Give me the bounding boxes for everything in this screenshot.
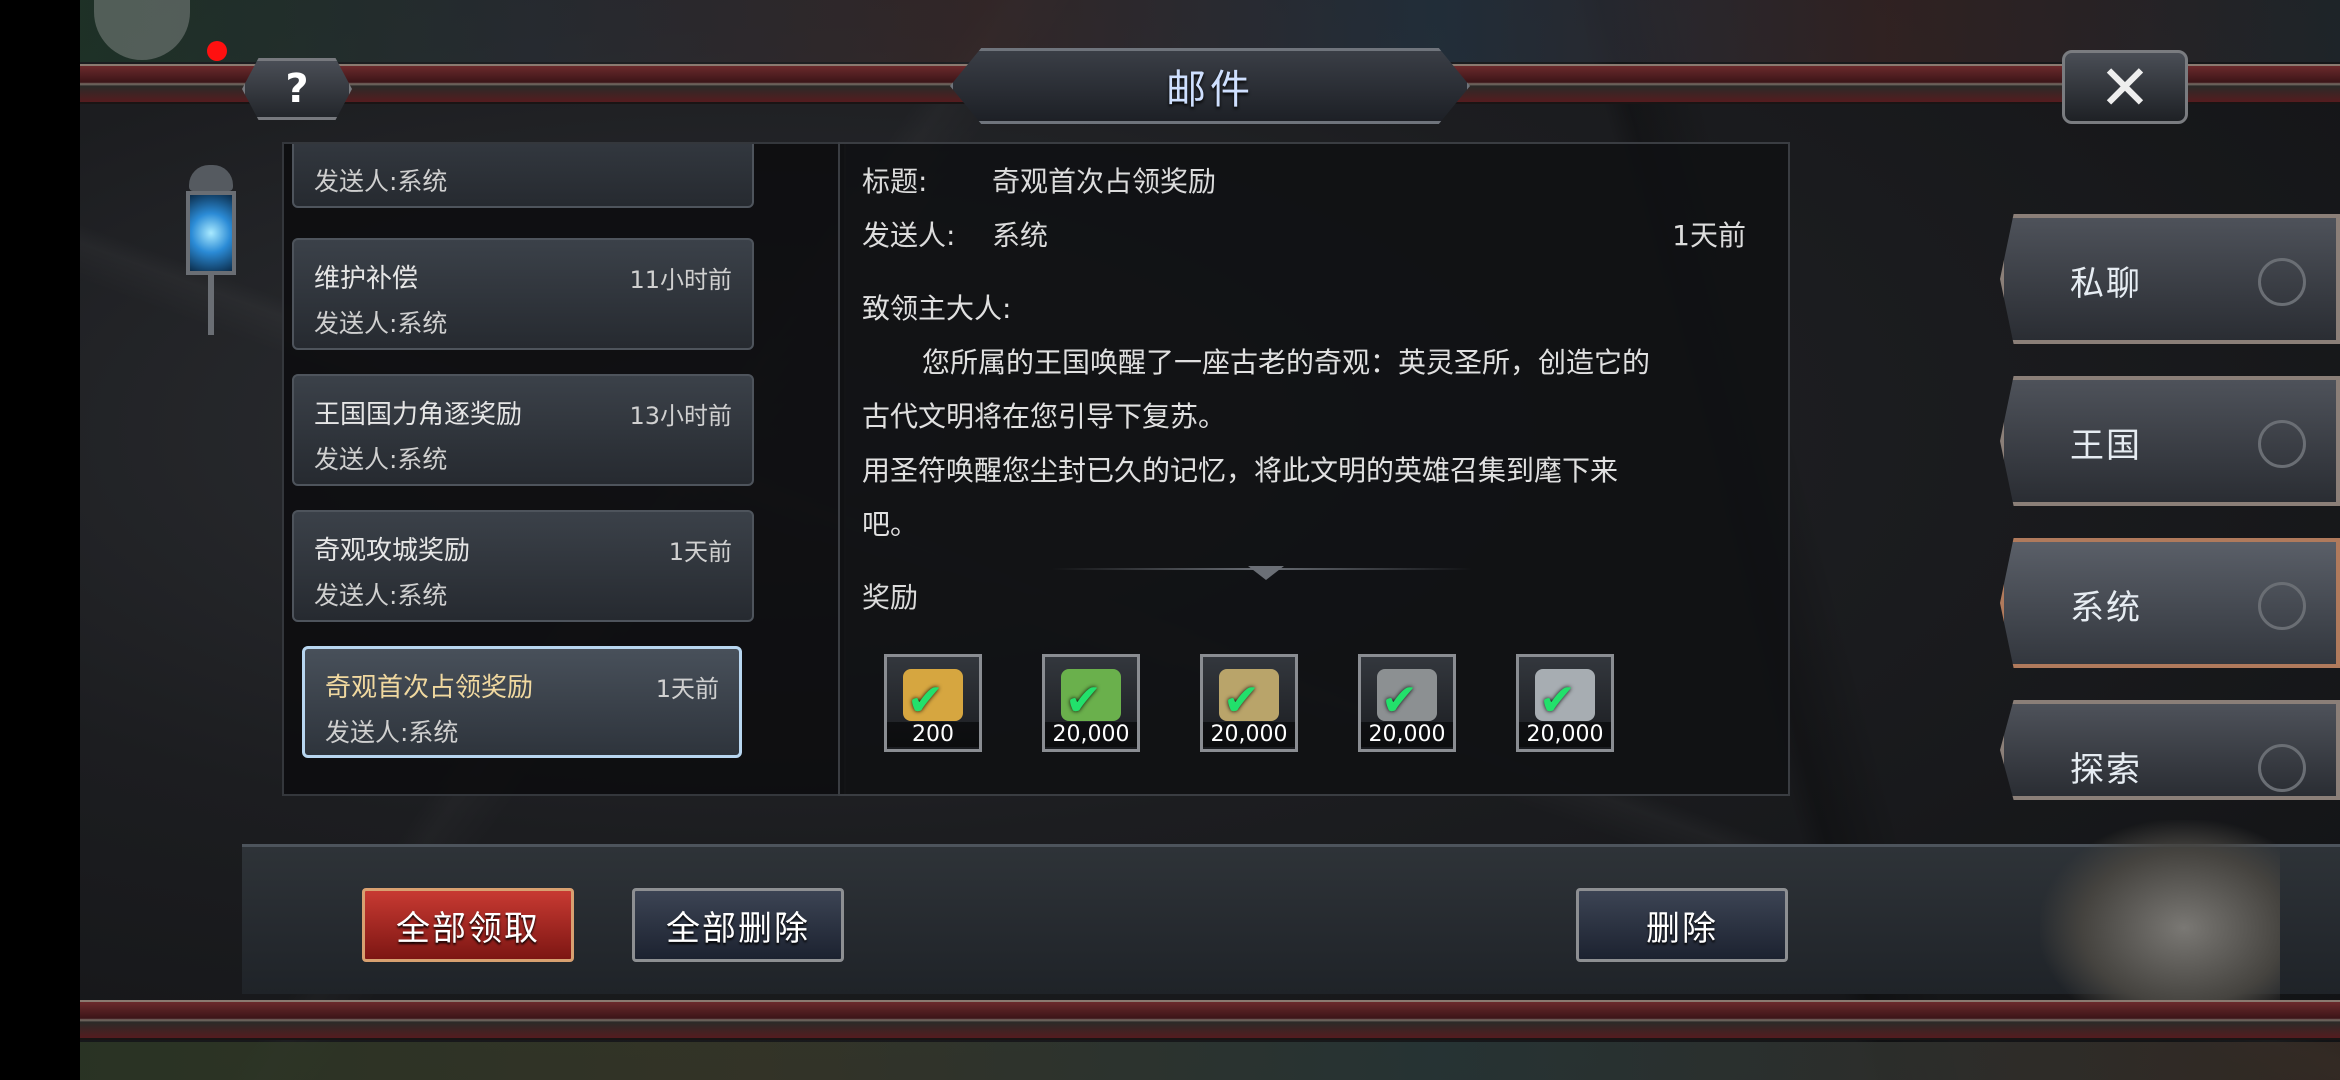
mail-time: 1天前 xyxy=(655,675,719,703)
tab-label: 王国 xyxy=(2070,426,2142,466)
claimed-check-icon: ✔ xyxy=(1381,675,1418,726)
tab-kingdom[interactable]: 王国 xyxy=(2000,376,2340,506)
mail-time: 1天前 xyxy=(1672,219,1746,252)
close-icon: ✕ xyxy=(2099,50,2151,124)
tab-label: 探索 xyxy=(2070,750,2142,790)
mail-sender: 发送人:系统 xyxy=(325,718,459,747)
mail-list-item[interactable]: 奇观首次占领奖励 1天前发送人:系统 xyxy=(302,646,742,758)
mail-sender: 发送人:系统 xyxy=(314,309,448,338)
mail-sender: 发送人:系统 xyxy=(314,581,448,610)
mail-greeting: 致领主大人: xyxy=(862,292,1012,325)
mail-subject: 奇观首次占领奖励 xyxy=(325,673,534,703)
mail-subject: 维护补偿 xyxy=(314,264,419,294)
mail-body-line: 古代文明将在您引导下复苏。 xyxy=(862,400,1227,433)
mail-list[interactable]: 发送人:系统 维护补偿 11小时前 发送人:系统 王国国力角逐奖励 13小时前 发送人:系统… xyxy=(282,142,846,796)
tab-label: 私聊 xyxy=(2070,264,2142,304)
emblem-icon xyxy=(2258,420,2306,468)
reward-quantity: 20,000 xyxy=(1045,722,1137,747)
divider-arrow-icon xyxy=(1248,566,1284,580)
game-screen: 发送人:系统 维护补偿 11小时前 发送人:系统 王国国力角逐奖励 13小时前 发送人:系统… xyxy=(80,0,2340,1080)
tab-label: 系统 xyxy=(2070,588,2142,628)
reward-quantity: 200 xyxy=(887,722,979,747)
mail-list-item[interactable]: 发送人:系统 xyxy=(292,144,754,208)
tab-system[interactable]: 系统 xyxy=(2000,538,2340,668)
mail-list-item[interactable]: 维护补偿 11小时前发送人:系统 xyxy=(292,238,754,350)
emblem-icon xyxy=(2258,258,2306,306)
mail-sender: 发送人:系统 xyxy=(314,167,448,196)
lantern-icon xyxy=(180,165,242,355)
bottom-frame-rail xyxy=(80,1000,2340,1040)
mail-sender: 系统 xyxy=(992,219,1049,252)
tab-private-chat[interactable]: 私聊 xyxy=(2000,214,2340,344)
delete-all-label: 全部删除 xyxy=(666,908,810,949)
window-title-plate: 邮件 xyxy=(950,48,1470,124)
claimed-check-icon: ✔ xyxy=(1539,675,1576,726)
mail-subject: 奇观攻城奖励 xyxy=(314,536,471,566)
mail-detail-panel: 标题: 奇观首次占领奖励 发送人: 系统 1天前 致领主大人: 您所属的王国唤醒… xyxy=(838,142,1790,796)
claimed-check-icon: ✔ xyxy=(1223,675,1260,726)
skull-decoration-icon xyxy=(2040,820,2280,1000)
reward-item[interactable]: ✔ 20,000 xyxy=(1358,654,1456,752)
claim-all-label: 全部领取 xyxy=(396,908,540,949)
mail-time: 1天前 xyxy=(668,538,732,566)
title-label: 标题: xyxy=(862,165,928,198)
reward-item[interactable]: ✔ 20,000 xyxy=(1200,654,1298,752)
delete-all-button[interactable]: 全部删除 xyxy=(632,888,844,962)
window-title: 邮件 xyxy=(1166,67,1254,113)
mail-time: 13小时前 xyxy=(629,402,732,430)
mail-body-line: 您所属的王国唤醒了一座古老的奇观：英灵圣所，创造它的 xyxy=(922,346,1651,379)
mail-title: 奇观首次占领奖励 xyxy=(992,165,1217,198)
bottom-map-strip xyxy=(80,1042,2340,1080)
claimed-check-icon: ✔ xyxy=(907,675,944,726)
emblem-icon xyxy=(2258,744,2306,792)
mail-sender: 发送人:系统 xyxy=(314,445,448,474)
reward-quantity: 20,000 xyxy=(1519,722,1611,747)
claim-all-button[interactable]: 全部领取 xyxy=(362,888,574,962)
reward-item[interactable]: ✔ 20,000 xyxy=(1042,654,1140,752)
emblem-icon xyxy=(2258,582,2306,630)
claimed-check-icon: ✔ xyxy=(1065,675,1102,726)
delete-button[interactable]: 删除 xyxy=(1576,888,1788,962)
recording-indicator-icon xyxy=(207,41,227,61)
reward-item[interactable]: ✔ 200 xyxy=(884,654,982,752)
reward-item[interactable]: ✔ 20,000 xyxy=(1516,654,1614,752)
tab-explore[interactable]: 探索 xyxy=(2000,700,2340,800)
mail-body-line: 吧。 xyxy=(862,508,919,541)
mail-subject: 王国国力角逐奖励 xyxy=(314,400,523,430)
sender-label: 发送人: xyxy=(862,219,956,252)
mail-time: 11小时前 xyxy=(629,266,732,294)
mail-list-item[interactable]: 奇观攻城奖励 1天前发送人:系统 xyxy=(292,510,754,622)
mail-list-item[interactable]: 王国国力角逐奖励 13小时前发送人:系统 xyxy=(292,374,754,486)
reward-quantity: 20,000 xyxy=(1203,722,1295,747)
close-button[interactable]: ✕ xyxy=(2062,50,2188,124)
delete-label: 删除 xyxy=(1646,908,1718,949)
help-button[interactable]: ? xyxy=(242,58,352,120)
reward-quantity: 20,000 xyxy=(1361,722,1453,747)
mail-body-line: 用圣符唤醒您尘封已久的记忆，将此文明的英雄召集到麾下来 xyxy=(862,454,1619,487)
question-mark-icon: ? xyxy=(285,66,309,112)
rewards-label: 奖励 xyxy=(862,581,919,614)
